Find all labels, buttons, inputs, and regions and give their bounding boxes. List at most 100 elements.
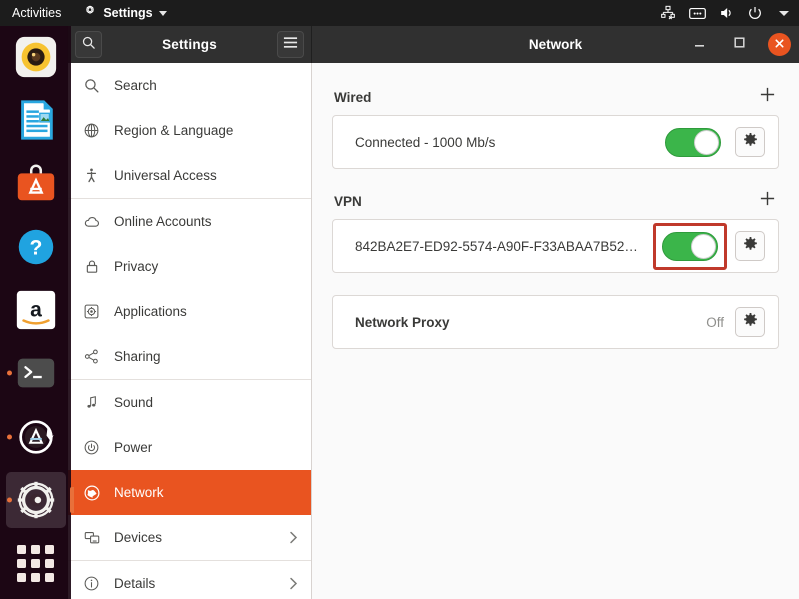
gnome-top-bar: Activities Settings bbox=[0, 0, 799, 26]
desktop-screen: Activities Settings bbox=[0, 0, 799, 599]
ubuntu-dock: ? a bbox=[0, 26, 71, 599]
app-menu-button[interactable]: Settings bbox=[73, 0, 176, 26]
sidebar-item-network[interactable]: Network bbox=[68, 470, 311, 515]
wired-settings-button[interactable] bbox=[735, 127, 765, 157]
sidebar-item-details[interactable]: Details bbox=[68, 561, 311, 599]
plus-icon bbox=[759, 86, 776, 108]
dock-item-libreoffice-writer[interactable] bbox=[6, 92, 66, 147]
sidebar-item-devices[interactable]: Devices bbox=[68, 515, 311, 560]
sidebar-item-label: Region & Language bbox=[114, 123, 299, 138]
close-icon bbox=[774, 36, 785, 54]
top-bar-left: Activities Settings bbox=[0, 0, 177, 26]
section-vpn: VPN 842BA2E7-ED92-5574-A90F-F33ABAA7B52… bbox=[332, 191, 779, 273]
sidebar-item-label: Power bbox=[114, 440, 299, 455]
vpn-connection-row[interactable]: 842BA2E7-ED92-5574-A90F-F33ABAA7B52… bbox=[332, 219, 779, 273]
sidebar-item-power[interactable]: Power bbox=[68, 425, 311, 470]
add-wired-button[interactable] bbox=[757, 87, 777, 107]
window-controls bbox=[688, 33, 791, 56]
wired-toggle-wrap bbox=[665, 128, 721, 157]
network-offline-icon bbox=[659, 4, 677, 22]
sidebar-item-search[interactable]: Search bbox=[68, 63, 311, 108]
add-vpn-button[interactable] bbox=[757, 191, 777, 211]
chevron-right-icon bbox=[287, 578, 299, 590]
proxy-settings-button[interactable] bbox=[735, 307, 765, 337]
power-icon bbox=[746, 4, 764, 22]
music-note-icon bbox=[82, 393, 101, 412]
system-status-area[interactable] bbox=[659, 0, 793, 26]
volume-icon bbox=[717, 4, 735, 22]
section-wired: Wired Connected - 1000 Mb/s bbox=[332, 87, 779, 169]
app-menu-label: Settings bbox=[103, 6, 152, 20]
share-nodes-icon bbox=[82, 347, 101, 366]
section-header: VPN bbox=[332, 191, 779, 219]
search-button[interactable] bbox=[75, 31, 102, 58]
activities-button[interactable]: Activities bbox=[0, 0, 73, 26]
chevron-down-icon bbox=[159, 11, 167, 16]
sidebar-item-sharing[interactable]: Sharing bbox=[68, 334, 311, 379]
chevron-down-icon bbox=[775, 4, 793, 22]
svg-text:?: ? bbox=[29, 236, 42, 259]
sidebar-item-applications[interactable]: Applications bbox=[68, 289, 311, 334]
dock-item-help[interactable]: ? bbox=[6, 219, 66, 274]
svg-text:a: a bbox=[30, 299, 42, 322]
settings-window: Settings Network bbox=[68, 26, 799, 599]
sidebar-item-universal-access[interactable]: Universal Access bbox=[68, 153, 311, 198]
dock-item-software-updater[interactable] bbox=[6, 409, 66, 464]
main-menu-button[interactable] bbox=[277, 31, 304, 58]
sidebar-item-label: Sharing bbox=[114, 349, 299, 364]
keyboard-icon bbox=[688, 4, 706, 22]
maximize-icon bbox=[733, 36, 746, 54]
maximize-button[interactable] bbox=[728, 34, 750, 56]
window-titlebar: Settings Network bbox=[68, 26, 799, 63]
apps-grid-icon bbox=[17, 545, 54, 582]
main-headerbar: Network bbox=[312, 26, 799, 63]
dock-item-amazon[interactable]: a bbox=[6, 282, 66, 337]
close-button[interactable] bbox=[768, 33, 791, 56]
dock-item-firefox[interactable] bbox=[6, 29, 66, 84]
minimize-button[interactable] bbox=[688, 34, 710, 56]
vpn-toggle[interactable] bbox=[662, 232, 718, 261]
connection-label: 842BA2E7-ED92-5574-A90F-F33ABAA7B52… bbox=[355, 239, 653, 254]
sidebar-item-privacy[interactable]: Privacy bbox=[68, 244, 311, 289]
show-applications-button[interactable] bbox=[6, 536, 66, 591]
sidebar-item-label: Universal Access bbox=[114, 168, 299, 183]
settings-sidebar: Search Region & Language Universal Acces… bbox=[68, 63, 312, 599]
sidebar-item-sound[interactable]: Sound bbox=[68, 380, 311, 425]
globe-icon bbox=[82, 483, 101, 502]
proxy-status: Off bbox=[706, 315, 724, 330]
vpn-toggle-highlight bbox=[653, 223, 727, 270]
dock-item-ubuntu-software[interactable] bbox=[6, 156, 66, 211]
gear-icon bbox=[743, 312, 758, 332]
sidebar-item-label: Devices bbox=[114, 530, 274, 545]
toggle-knob bbox=[691, 234, 716, 259]
gear-icon bbox=[743, 236, 758, 256]
sidebar-item-label: Applications bbox=[114, 304, 299, 319]
wired-toggle[interactable] bbox=[665, 128, 721, 157]
vpn-settings-button[interactable] bbox=[735, 231, 765, 261]
lock-icon bbox=[82, 257, 101, 276]
sidebar-item-label: Online Accounts bbox=[114, 214, 299, 229]
section-header: Wired bbox=[332, 87, 779, 115]
network-proxy-row[interactable]: Network Proxy Off bbox=[332, 295, 779, 349]
window-body: Search Region & Language Universal Acces… bbox=[68, 63, 799, 599]
sidebar-item-label: Network bbox=[114, 485, 299, 500]
minimize-icon bbox=[693, 36, 706, 54]
accessibility-icon bbox=[82, 166, 101, 185]
wired-connection-row[interactable]: Connected - 1000 Mb/s bbox=[332, 115, 779, 169]
sidebar-headerbar: Settings bbox=[68, 26, 312, 63]
sidebar-item-online-accounts[interactable]: Online Accounts bbox=[68, 199, 311, 244]
search-icon bbox=[82, 76, 101, 95]
sidebar-item-region-language[interactable]: Region & Language bbox=[68, 108, 311, 153]
gear-icon bbox=[743, 132, 758, 152]
dock-item-terminal[interactable] bbox=[6, 346, 66, 401]
proxy-label: Network Proxy bbox=[355, 315, 706, 330]
dock-item-settings[interactable] bbox=[6, 472, 66, 527]
sidebar-item-label: Privacy bbox=[114, 259, 299, 274]
info-circle-icon bbox=[82, 574, 101, 593]
section-title: VPN bbox=[334, 194, 362, 209]
connection-label: Connected - 1000 Mb/s bbox=[355, 135, 665, 150]
settings-gear-icon bbox=[83, 5, 97, 22]
hamburger-menu-icon bbox=[283, 36, 298, 54]
chevron-right-icon bbox=[287, 532, 299, 544]
cloud-icon bbox=[82, 212, 101, 231]
